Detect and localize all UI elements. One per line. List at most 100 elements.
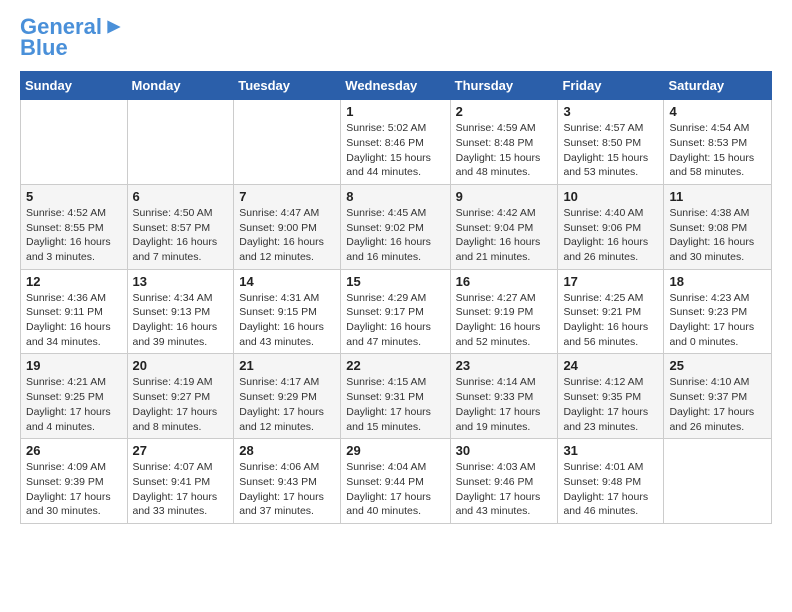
day-number: 11 — [669, 189, 766, 204]
day-number: 12 — [26, 274, 122, 289]
calendar-day-cell: 14Sunrise: 4:31 AM Sunset: 9:15 PM Dayli… — [234, 269, 341, 354]
day-number: 13 — [133, 274, 229, 289]
calendar-day-cell: 4 Sunrise: 4:54 AM Sunset: 8:53 PM Daylig… — [664, 100, 772, 185]
day-number: 28 — [239, 443, 335, 458]
day-info: Sunrise: 4:52 AM Sunset: 8:55 PM Dayligh… — [26, 206, 122, 265]
calendar-day-cell: 21 Sunrise: 4:17 AM Sunset: 9:29 PM Dayli… — [234, 354, 341, 439]
day-info: Sunrise: 4:14 AM Sunset: 9:33 PM Dayligh… — [456, 375, 553, 434]
day-number: 25 — [669, 358, 766, 373]
day-number: 4 — [669, 104, 766, 119]
calendar-day-cell: 28 Sunrise: 4:06 AM Sunset: 9:43 PM Dayli… — [234, 439, 341, 524]
day-info: Sunrise: 4:36 AM Sunset: 9:11 PM Dayligh… — [26, 291, 122, 350]
day-info: Sunrise: 5:02 AM Sunset: 8:46 PM Dayligh… — [346, 121, 444, 180]
calendar-header-row: SundayMondayTuesdayWednesdayThursdayFrid… — [21, 72, 772, 100]
day-info: Sunrise: 4:01 AM Sunset: 9:48 PM Dayligh… — [563, 460, 658, 519]
calendar-day-cell: 10 Sunrise: 4:40 AM Sunset: 9:06 PM Dayli… — [558, 184, 664, 269]
day-info: Sunrise: 4:42 AM Sunset: 9:04 PM Dayligh… — [456, 206, 553, 265]
day-info: Sunrise: 4:12 AM Sunset: 9:35 PM Dayligh… — [563, 375, 658, 434]
day-info: Sunrise: 4:09 AM Sunset: 9:39 PM Dayligh… — [26, 460, 122, 519]
day-of-week-header: Thursday — [450, 72, 558, 100]
calendar-day-cell: 18 Sunrise: 4:23 AM Sunset: 9:23 PM Dayli… — [664, 269, 772, 354]
day-of-week-header: Wednesday — [341, 72, 450, 100]
calendar-day-cell — [127, 100, 234, 185]
day-number: 2 — [456, 104, 553, 119]
day-of-week-header: Tuesday — [234, 72, 341, 100]
day-info: Sunrise: 4:03 AM Sunset: 9:46 PM Dayligh… — [456, 460, 553, 519]
day-info: Sunrise: 4:50 AM Sunset: 8:57 PM Dayligh… — [133, 206, 229, 265]
calendar-header: General Blue — [20, 15, 772, 61]
day-number: 29 — [346, 443, 444, 458]
calendar-day-cell: 13 Sunrise: 4:34 AM Sunset: 9:13 PM Dayli… — [127, 269, 234, 354]
calendar-week-row: 26 Sunrise: 4:09 AM Sunset: 9:39 PM Dayli… — [21, 439, 772, 524]
calendar-day-cell: 6 Sunrise: 4:50 AM Sunset: 8:57 PM Daylig… — [127, 184, 234, 269]
day-info: Sunrise: 4:59 AM Sunset: 8:48 PM Dayligh… — [456, 121, 553, 180]
day-number: 7 — [239, 189, 335, 204]
day-info: Sunrise: 4:23 AM Sunset: 9:23 PM Dayligh… — [669, 291, 766, 350]
calendar-week-row: 1Sunrise: 5:02 AM Sunset: 8:46 PM Daylig… — [21, 100, 772, 185]
calendar-day-cell: 2 Sunrise: 4:59 AM Sunset: 8:48 PM Daylig… — [450, 100, 558, 185]
day-number: 21 — [239, 358, 335, 373]
day-number: 24 — [563, 358, 658, 373]
calendar-day-cell: 3Sunrise: 4:57 AM Sunset: 8:50 PM Daylig… — [558, 100, 664, 185]
day-number: 10 — [563, 189, 658, 204]
calendar-week-row: 19 Sunrise: 4:21 AM Sunset: 9:25 PM Dayli… — [21, 354, 772, 439]
calendar-day-cell: 15Sunrise: 4:29 AM Sunset: 9:17 PM Dayli… — [341, 269, 450, 354]
day-of-week-header: Saturday — [664, 72, 772, 100]
calendar-day-cell — [664, 439, 772, 524]
day-info: Sunrise: 4:10 AM Sunset: 9:37 PM Dayligh… — [669, 375, 766, 434]
calendar-day-cell: 24 Sunrise: 4:12 AM Sunset: 9:35 PM Dayli… — [558, 354, 664, 439]
day-number: 20 — [133, 358, 229, 373]
logo: General Blue — [20, 15, 124, 61]
day-info: Sunrise: 4:45 AM Sunset: 9:02 PM Dayligh… — [346, 206, 444, 265]
day-info: Sunrise: 4:40 AM Sunset: 9:06 PM Dayligh… — [563, 206, 658, 265]
day-of-week-header: Sunday — [21, 72, 128, 100]
calendar-day-cell: 30 Sunrise: 4:03 AM Sunset: 9:46 PM Dayli… — [450, 439, 558, 524]
calendar-day-cell: 19 Sunrise: 4:21 AM Sunset: 9:25 PM Dayli… — [21, 354, 128, 439]
day-number: 5 — [26, 189, 122, 204]
day-number: 16 — [456, 274, 553, 289]
calendar-day-cell: 9 Sunrise: 4:42 AM Sunset: 9:04 PM Daylig… — [450, 184, 558, 269]
day-number: 26 — [26, 443, 122, 458]
day-info: Sunrise: 4:27 AM Sunset: 9:19 PM Dayligh… — [456, 291, 553, 350]
calendar-day-cell: 20 Sunrise: 4:19 AM Sunset: 9:27 PM Dayli… — [127, 354, 234, 439]
calendar-day-cell — [234, 100, 341, 185]
day-info: Sunrise: 4:17 AM Sunset: 9:29 PM Dayligh… — [239, 375, 335, 434]
day-info: Sunrise: 4:06 AM Sunset: 9:43 PM Dayligh… — [239, 460, 335, 519]
calendar-day-cell: 17 Sunrise: 4:25 AM Sunset: 9:21 PM Dayli… — [558, 269, 664, 354]
calendar-day-cell: 12 Sunrise: 4:36 AM Sunset: 9:11 PM Dayli… — [21, 269, 128, 354]
day-number: 19 — [26, 358, 122, 373]
logo-arrow-icon — [104, 17, 124, 37]
day-number: 17 — [563, 274, 658, 289]
calendar-container: General Blue SundayMondayTuesdayWednesda… — [0, 0, 792, 539]
calendar-day-cell: 29Sunrise: 4:04 AM Sunset: 9:44 PM Dayli… — [341, 439, 450, 524]
calendar-day-cell: 11Sunrise: 4:38 AM Sunset: 9:08 PM Dayli… — [664, 184, 772, 269]
day-number: 27 — [133, 443, 229, 458]
day-info: Sunrise: 4:15 AM Sunset: 9:31 PM Dayligh… — [346, 375, 444, 434]
calendar-day-cell: 22 Sunrise: 4:15 AM Sunset: 9:31 PM Dayli… — [341, 354, 450, 439]
day-number: 18 — [669, 274, 766, 289]
day-info: Sunrise: 4:07 AM Sunset: 9:41 PM Dayligh… — [133, 460, 229, 519]
day-info: Sunrise: 4:54 AM Sunset: 8:53 PM Dayligh… — [669, 121, 766, 180]
calendar-day-cell: 7Sunrise: 4:47 AM Sunset: 9:00 PM Daylig… — [234, 184, 341, 269]
day-info: Sunrise: 4:31 AM Sunset: 9:15 PM Dayligh… — [239, 291, 335, 350]
day-of-week-header: Friday — [558, 72, 664, 100]
day-info: Sunrise: 4:21 AM Sunset: 9:25 PM Dayligh… — [26, 375, 122, 434]
day-number: 30 — [456, 443, 553, 458]
day-number: 6 — [133, 189, 229, 204]
day-info: Sunrise: 4:19 AM Sunset: 9:27 PM Dayligh… — [133, 375, 229, 434]
calendar-day-cell: 5 Sunrise: 4:52 AM Sunset: 8:55 PM Daylig… — [21, 184, 128, 269]
calendar-day-cell: 23 Sunrise: 4:14 AM Sunset: 9:33 PM Dayli… — [450, 354, 558, 439]
day-number: 22 — [346, 358, 444, 373]
calendar-week-row: 12 Sunrise: 4:36 AM Sunset: 9:11 PM Dayli… — [21, 269, 772, 354]
day-info: Sunrise: 4:25 AM Sunset: 9:21 PM Dayligh… — [563, 291, 658, 350]
day-number: 23 — [456, 358, 553, 373]
day-number: 3 — [563, 104, 658, 119]
calendar-table: SundayMondayTuesdayWednesdayThursdayFrid… — [20, 71, 772, 524]
day-info: Sunrise: 4:34 AM Sunset: 9:13 PM Dayligh… — [133, 291, 229, 350]
calendar-day-cell: 16 Sunrise: 4:27 AM Sunset: 9:19 PM Dayli… — [450, 269, 558, 354]
day-number: 8 — [346, 189, 444, 204]
calendar-day-cell: 8 Sunrise: 4:45 AM Sunset: 9:02 PM Daylig… — [341, 184, 450, 269]
day-number: 9 — [456, 189, 553, 204]
day-of-week-header: Monday — [127, 72, 234, 100]
day-number: 15 — [346, 274, 444, 289]
